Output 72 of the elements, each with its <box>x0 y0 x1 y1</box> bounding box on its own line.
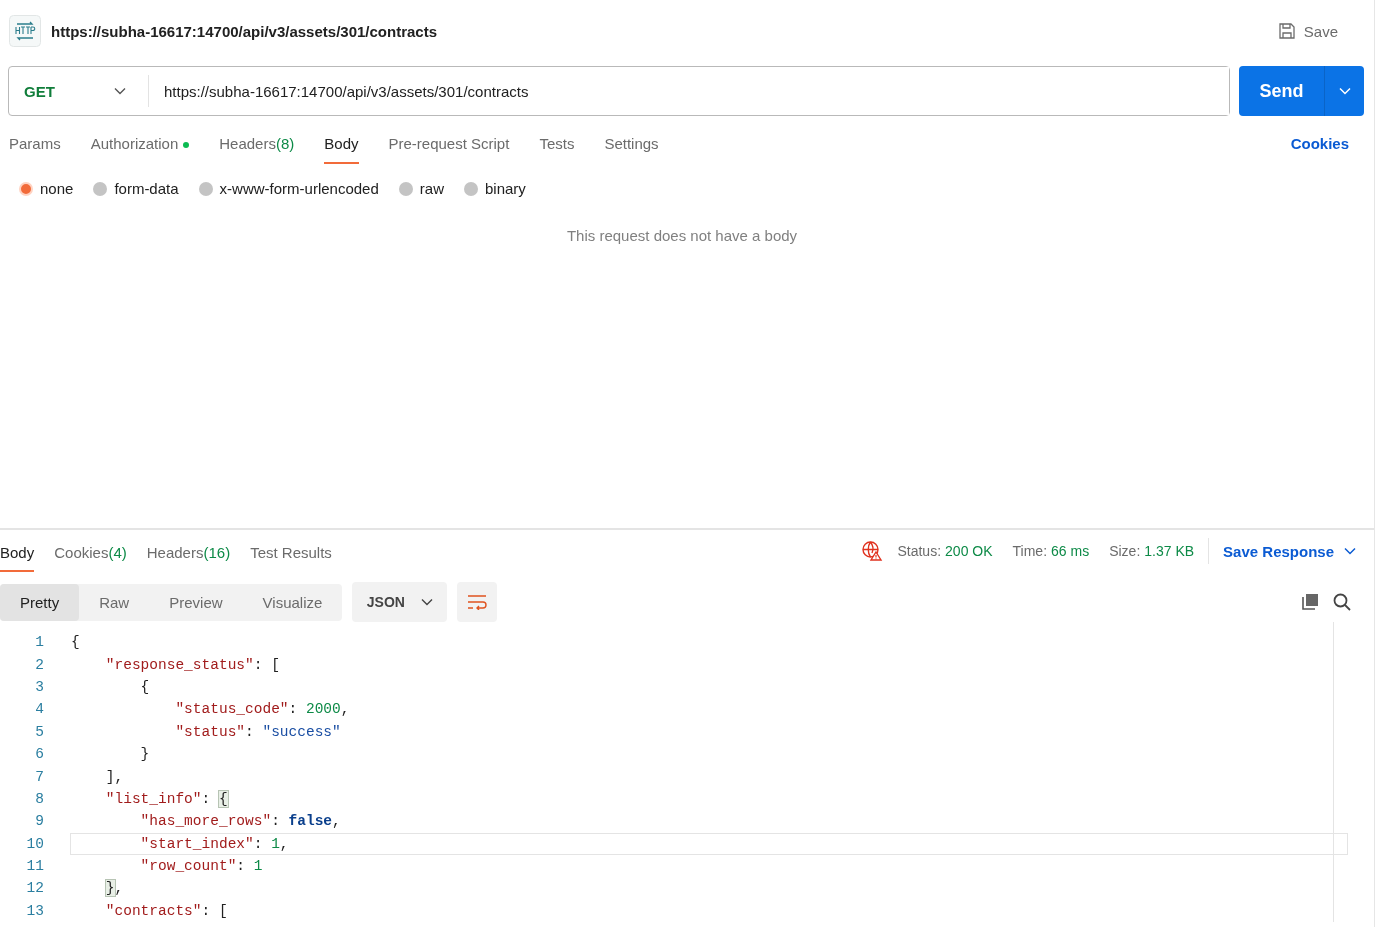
line-number: 7 <box>34 767 44 787</box>
chevron-down-icon <box>114 87 126 95</box>
line-number: 8 <box>34 789 44 809</box>
request-tab[interactable]: Authorization <box>90 132 190 164</box>
send-button[interactable]: Send <box>1239 66 1324 116</box>
line-number: 2 <box>34 655 44 675</box>
chevron-down-icon <box>420 598 433 606</box>
tab-count: (16) <box>203 543 231 561</box>
time-label: Time: <box>1012 543 1048 559</box>
cookies-link[interactable]: Cookies <box>1290 132 1349 166</box>
chevron-down-icon <box>1344 547 1356 555</box>
tab-count: (8) <box>275 135 295 152</box>
line-number: 6 <box>34 745 44 765</box>
save-button[interactable]: Save <box>1271 21 1344 41</box>
request-tab[interactable]: Settings <box>604 132 659 164</box>
view-mode-tab[interactable]: Preview <box>149 583 243 621</box>
code-line: } <box>139 746 150 763</box>
body-type-radio[interactable]: binary <box>463 180 526 197</box>
code-line: "row_count": 1 <box>139 858 263 875</box>
code-line: "list_info": { <box>104 790 228 807</box>
globe-warning-icon <box>861 540 884 562</box>
copy-icon[interactable] <box>1300 592 1320 612</box>
code-line: "response_status": [ <box>104 656 280 673</box>
code-line: { <box>71 634 80 651</box>
size-label: Size: <box>1109 543 1141 559</box>
request-title: https://subha-16617:14700/api/v3/assets/301/contracts <box>51 22 438 40</box>
body-type-radio[interactable]: form-data <box>93 180 179 197</box>
code-line: "status": "success" <box>174 723 341 740</box>
line-number: 5 <box>34 722 44 742</box>
view-mode-tab[interactable]: Pretty <box>0 583 80 621</box>
request-tab[interactable]: Body <box>324 132 359 164</box>
body-type-radio[interactable]: raw <box>398 180 444 197</box>
size-value: 1.37 KB <box>1144 543 1195 559</box>
empty-body-message: This request does not have a body <box>565 226 799 244</box>
status-value: 200 OK <box>945 543 993 559</box>
format-dropdown[interactable]: JSON <box>352 582 448 622</box>
save-response-button[interactable]: Save Response <box>1223 542 1356 560</box>
chevron-down-icon <box>1338 87 1351 95</box>
line-number: 13 <box>25 901 44 921</box>
response-tab[interactable]: Cookies(4) <box>54 530 127 572</box>
code-line: { <box>139 678 150 695</box>
code-line: ], <box>104 768 124 785</box>
body-type-radio[interactable]: x-www-form-urlencoded <box>198 180 379 197</box>
code-line: "start_index": 1, <box>139 835 289 852</box>
request-tab[interactable]: Pre-request Script <box>388 132 510 164</box>
view-mode-tab[interactable]: Raw <box>79 583 150 621</box>
request-tab[interactable]: Headers(8) <box>219 132 295 164</box>
view-mode-tab[interactable]: Visualize <box>242 583 343 621</box>
line-number: 3 <box>34 677 44 697</box>
http-icon <box>9 15 41 47</box>
line-number: 9 <box>34 812 44 832</box>
code-line: "has_more_rows": false, <box>139 813 341 830</box>
time-value: 66 ms <box>1051 543 1090 559</box>
request-tab[interactable]: Tests <box>539 132 575 164</box>
line-number: 11 <box>25 857 44 877</box>
search-icon[interactable] <box>1332 592 1352 612</box>
status-label: Status: <box>897 543 942 559</box>
request-tab[interactable]: Params <box>9 132 61 164</box>
response-tab[interactable]: Test Results <box>250 530 332 572</box>
wrap-lines-icon <box>467 594 488 610</box>
line-number: 1 <box>34 633 44 653</box>
body-type-radio[interactable]: none <box>19 180 74 197</box>
response-tab[interactable]: Body <box>0 530 35 572</box>
tab-count: (4) <box>108 543 127 561</box>
code-line: "contracts": [ <box>104 902 228 919</box>
wrap-lines-button[interactable] <box>457 582 498 622</box>
code-line: "status_code": 2000, <box>174 701 350 718</box>
line-number: 10 <box>25 834 44 854</box>
line-number: 12 <box>25 879 44 899</box>
response-tab[interactable]: Headers(16) <box>146 530 231 572</box>
line-number: 4 <box>34 700 44 720</box>
request-bar[interactable]: GET https://subha-16617:14700/api/v3/assets/301/contracts <box>8 66 1230 116</box>
